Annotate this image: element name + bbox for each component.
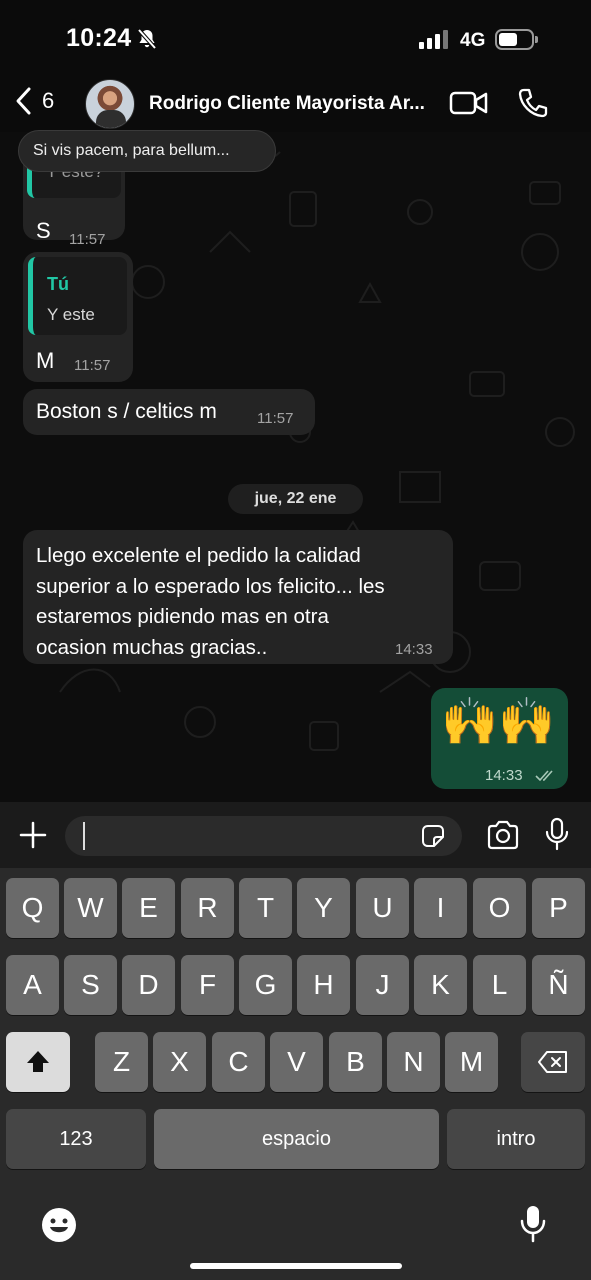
camera-icon[interactable] [486, 820, 520, 850]
message-time: 14:33 [485, 767, 523, 784]
key[interactable]: S [64, 955, 117, 1015]
key[interactable]: P [532, 878, 585, 938]
back-chevron-icon [16, 87, 31, 115]
key[interactable]: V [270, 1032, 323, 1092]
quoted-text: Y este [47, 305, 95, 324]
backspace-icon [538, 1051, 567, 1073]
chat-area[interactable]: Y este? S 11:57 Tú Y este M 11:57 Boston… [0, 132, 591, 802]
message-time: 14:33 [395, 641, 433, 658]
video-call-icon[interactable] [449, 86, 489, 120]
text-cursor [83, 822, 85, 850]
message-line: ocasion muchas gracias.. [36, 635, 268, 659]
key[interactable]: T [239, 878, 292, 938]
key[interactable]: O [473, 878, 526, 938]
key[interactable]: Y [297, 878, 350, 938]
status-bar: 10:24 4G [0, 0, 591, 80]
numbers-key[interactable]: 123 [6, 1109, 146, 1169]
key[interactable]: K [414, 955, 467, 1015]
key[interactable]: I [414, 878, 467, 938]
battery-icon [495, 29, 538, 50]
message-text: M [36, 348, 55, 373]
read-receipt-icon [535, 770, 553, 782]
quoted-message[interactable]: Tú Y este [28, 257, 127, 335]
chat-header: 6 Rodrigo Cliente Mayorista Ar... [0, 76, 591, 132]
key[interactable]: C [212, 1032, 265, 1092]
signal-strength-icon [419, 30, 448, 49]
key[interactable]: N [387, 1032, 440, 1092]
key[interactable]: A [6, 955, 59, 1015]
bell-slash-icon [137, 28, 157, 50]
space-key[interactable]: espacio [154, 1109, 439, 1169]
backspace-key[interactable] [521, 1032, 585, 1092]
message-time: 11:57 [74, 357, 111, 374]
key[interactable]: U [356, 878, 409, 938]
message-time: 11:57 [69, 231, 106, 248]
message-line: estaremos pidiendo mas en otra [36, 605, 329, 628]
home-indicator[interactable] [190, 1263, 402, 1269]
key[interactable]: B [329, 1032, 382, 1092]
phone-icon[interactable] [516, 86, 550, 120]
key[interactable]: L [473, 955, 526, 1015]
shift-icon [27, 1051, 49, 1072]
message-incoming[interactable]: Boston s / celtics m 11:57 [23, 389, 315, 435]
key[interactable]: W [64, 878, 117, 938]
key[interactable]: D [122, 955, 175, 1015]
key[interactable]: Q [6, 878, 59, 938]
return-key[interactable]: intro [447, 1109, 585, 1169]
quoted-author: Tú [47, 274, 69, 294]
key[interactable]: F [181, 955, 234, 1015]
key[interactable]: J [356, 955, 409, 1015]
contact-avatar[interactable] [85, 79, 135, 129]
message-outgoing[interactable]: 🙌🙌 14:33 [431, 688, 568, 789]
keyboard: Q W E R T Y U I O P A S D F G H J K L Ñ … [0, 868, 591, 1280]
mic-icon[interactable] [544, 817, 570, 851]
date-separator: jue, 22 ene [228, 484, 363, 514]
key[interactable]: Z [95, 1032, 148, 1092]
key[interactable]: Ñ [532, 955, 585, 1015]
key[interactable]: E [122, 878, 175, 938]
message-text: Boston s / celtics m [36, 400, 217, 423]
contact-name[interactable]: Rodrigo Cliente Mayorista Ar... [149, 93, 434, 115]
message-text: S [36, 218, 51, 243]
message-composer [0, 802, 591, 868]
unread-count: 6 [42, 88, 55, 113]
emoji-icon[interactable] [40, 1206, 78, 1244]
message-incoming[interactable]: Tú Y este M 11:57 [23, 252, 133, 382]
back-button[interactable]: 6 [14, 86, 54, 116]
message-text: Llego excelente el pedido la calidad sup… [36, 541, 385, 663]
sticker-icon[interactable] [420, 823, 446, 849]
message-input[interactable] [65, 816, 462, 856]
contact-status-tooltip: Si vis pacem, para bellum... [18, 130, 276, 172]
message-time: 11:57 [257, 410, 294, 427]
status-time: 10:24 [66, 24, 132, 52]
network-type: 4G [460, 30, 486, 51]
message-incoming[interactable]: Llego excelente el pedido la calidad sup… [23, 530, 453, 664]
message-line: Llego excelente el pedido la calidad [36, 544, 361, 567]
key[interactable]: R [181, 878, 234, 938]
message-line: superior a lo esperado los felicito... l… [36, 574, 385, 598]
plus-icon[interactable] [18, 820, 48, 850]
key[interactable]: H [297, 955, 350, 1015]
key[interactable]: M [445, 1032, 498, 1092]
shift-key[interactable] [6, 1032, 70, 1092]
key[interactable]: G [239, 955, 292, 1015]
message-emoji: 🙌🙌 [441, 695, 556, 747]
key[interactable]: X [153, 1032, 206, 1092]
dictation-mic-icon[interactable] [519, 1204, 547, 1244]
